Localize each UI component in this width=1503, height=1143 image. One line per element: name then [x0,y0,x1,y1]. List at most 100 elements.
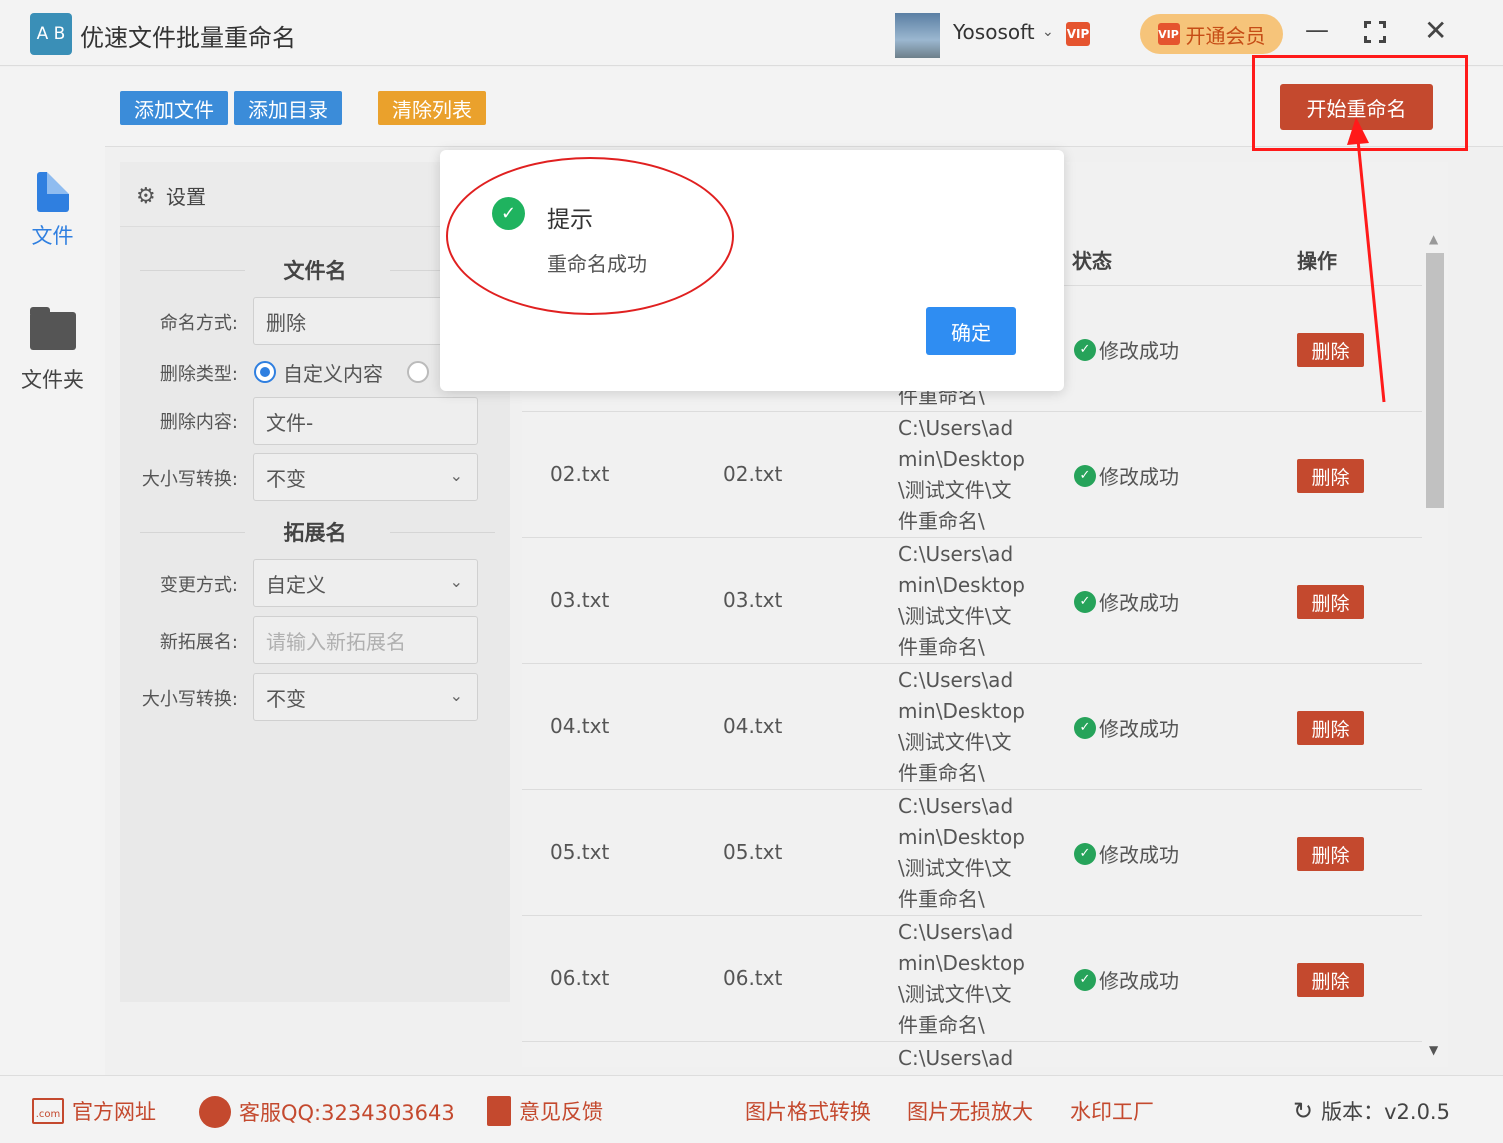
header-action: 操作 [1297,249,1337,273]
path-cell: C:\Users\ad min\Desktop \测试文件\文 件重命名\ [898,665,1028,789]
status-text: 修改成功 [1099,465,1179,489]
delete-type-other-radio[interactable] [407,361,429,383]
website-label: 官方网址 [72,1100,156,1124]
delete-content-input[interactable]: 文件- [253,397,478,445]
chevron-down-icon: ⌄ [449,572,463,591]
table-scrollbar[interactable]: ▲ ▼ [1423,228,1447,1067]
status-cell: ✓ 修改成功 [1074,839,1179,868]
original-name-cell: 04.txt [550,714,610,738]
delete-row-button[interactable]: 删除 [1297,333,1364,367]
new-extension-label: 新拓展名: [159,632,238,653]
nav-item-folder[interactable]: 文件夹 [0,307,105,394]
path-line: min\Desktop [898,573,1025,597]
path-line: \测试文件\文 [898,604,1012,628]
delete-type-custom-radio[interactable] [254,361,276,383]
new-name-cell: 04.txt [723,714,783,738]
confirm-button[interactable]: 确定 [926,307,1016,355]
path-line: \测试文件\文 [898,982,1012,1006]
chevron-down-icon[interactable]: ⌄ [1042,24,1054,40]
feedback-link[interactable]: 意见反馈 [487,1096,603,1126]
new-name-cell: 06.txt [723,966,783,990]
path-line: min\Desktop [898,825,1025,849]
path-line: min\Desktop [898,951,1025,975]
refresh-icon[interactable]: ↻ [1293,1097,1313,1125]
maximize-icon[interactable] [1363,20,1388,45]
path-cell: C:\Users\ad [898,1046,1014,1067]
scroll-up-icon[interactable]: ▲ [1429,232,1438,246]
user-name[interactable]: Yososoft [953,20,1035,44]
delete-content-label: 删除内容: [159,412,238,433]
change-method-value: 自定义 [266,572,326,597]
path-line: 件重命名\ [898,887,985,911]
table-row: 06.txt 06.txt C:\Users\ad min\Desktop \测… [522,916,1422,1042]
case-convert-label: 大小写转换: [141,469,238,490]
case-convert-value: 不变 [266,466,306,491]
add-file-button[interactable]: 添加文件 [120,91,228,125]
new-extension-input[interactable]: 请输入新拓展名 [253,616,478,664]
vip-button[interactable]: VIP 开通会员 [1140,14,1283,54]
path-line: 件重命名\ [898,761,985,785]
section-label: 文件名 [283,259,347,283]
new-name-cell: 02.txt [723,462,783,486]
case-convert-select[interactable]: 不变 ⌄ [253,453,478,501]
new-name-cell: 05.txt [723,840,783,864]
scrollbar-thumb[interactable] [1426,253,1444,508]
app-logo: A B [30,13,72,55]
folder-icon [29,307,76,350]
close-icon[interactable]: ✕ [1424,14,1447,47]
status-cell: ✓ 修改成功 [1074,713,1179,742]
delete-row-button[interactable]: 删除 [1297,963,1364,997]
path-line: C:\Users\ad [898,416,1014,440]
feedback-label: 意见反馈 [519,1100,603,1124]
status-cell: ✓ 修改成功 [1074,965,1179,994]
check-circle-icon: ✓ [1074,338,1096,361]
image-convert-link[interactable]: 图片格式转换 [745,1096,871,1126]
divider [390,532,495,533]
change-method-select[interactable]: 自定义 ⌄ [253,559,478,607]
nav-item-label: 文件 [31,224,74,248]
delete-row-button[interactable]: 删除 [1297,585,1364,619]
original-name-cell: 03.txt [550,588,610,612]
customer-service-link[interactable]: 客服QQ:3234303643 [199,1096,455,1128]
table-row: 02.txt 02.txt C:\Users\ad min\Desktop \测… [522,412,1422,538]
nav-item-file[interactable]: 文件 [0,172,105,250]
watermark-link[interactable]: 水印工厂 [1070,1096,1154,1126]
nav-item-label: 文件夹 [21,368,84,392]
path-line: min\Desktop [898,447,1025,471]
path-cell: C:\Users\ad min\Desktop \测试文件\文 件重命名\ [898,917,1028,1041]
gear-icon: ⚙ [136,184,156,209]
delete-row-button[interactable]: 删除 [1297,459,1364,493]
version-info: ↻ 版本：v2.0.5 [1293,1096,1450,1126]
check-circle-icon: ✓ [1074,590,1096,613]
status-text: 修改成功 [1099,339,1179,363]
image-enlarge-link[interactable]: 图片无损放大 [907,1096,1033,1126]
avatar[interactable] [895,13,940,58]
path-line: \测试文件\文 [898,730,1012,754]
path-line: \测试文件\文 [898,856,1012,880]
header-status: 状态 [1072,249,1112,273]
path-line: 件重命名\ [898,1013,985,1037]
add-directory-button[interactable]: 添加目录 [234,91,342,125]
clear-list-button[interactable]: 清除列表 [378,91,486,125]
path-line: 件重命名\ [898,635,985,659]
scroll-down-icon[interactable]: ▼ [1429,1043,1438,1057]
status-text: 修改成功 [1099,717,1179,741]
app-title: 优速文件批量重命名 [80,24,296,52]
table-row: 05.txt 05.txt C:\Users\ad min\Desktop \测… [522,790,1422,916]
headset-icon [199,1096,231,1128]
delete-row-button[interactable]: 删除 [1297,837,1364,871]
delete-row-button[interactable]: 删除 [1297,711,1364,745]
website-link[interactable]: .com 官方网址 [32,1096,156,1126]
delete-type-label: 删除类型: [159,364,238,385]
footer: .com 官方网址 客服QQ:3234303643 意见反馈 图片格式转换 图片… [0,1075,1503,1143]
path-cell: C:\Users\ad min\Desktop \测试文件\文 件重命名\ [898,413,1028,537]
ext-case-convert-select[interactable]: 不变 ⌄ [253,673,478,721]
file-icon [36,172,69,212]
naming-method-select[interactable]: 删除 [253,297,453,345]
minimize-icon[interactable]: — [1305,16,1329,44]
check-circle-icon: ✓ [1074,968,1096,991]
path-cell: C:\Users\ad min\Desktop \测试文件\文 件重命名\ [898,539,1028,663]
status-cell: ✓ 修改成功 [1074,461,1179,490]
settings-title: 设置 [166,185,206,209]
path-line: 件重命名\ [898,509,985,533]
